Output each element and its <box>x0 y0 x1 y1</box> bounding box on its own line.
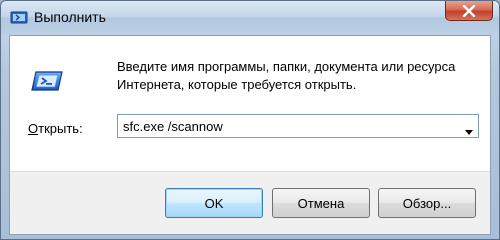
dialog-description: Введите имя программы, папки, документа … <box>117 59 456 92</box>
dialog-body: Введите имя программы, папки, документа … <box>9 35 491 235</box>
title-bar[interactable]: Выполнить <box>1 1 499 35</box>
open-label: Открыть: <box>28 121 83 136</box>
chevron-down-icon[interactable] <box>464 123 474 135</box>
cancel-button[interactable]: Отмена <box>272 188 370 218</box>
ok-button[interactable]: OK <box>165 188 263 218</box>
open-label-accelerator: О <box>28 121 39 136</box>
button-bar: OK Отмена Обзор... <box>10 171 490 234</box>
close-button[interactable] <box>445 1 493 21</box>
browse-button[interactable]: Обзор... <box>378 188 476 218</box>
run-icon <box>10 11 28 25</box>
window-title: Выполнить <box>34 9 106 25</box>
close-icon <box>462 4 476 17</box>
open-label-text: ткрыть: <box>38 121 83 136</box>
run-dialog-window: Выполнить Введите имя программы, папки, … <box>0 0 500 240</box>
run-program-icon <box>30 62 66 98</box>
open-combobox[interactable]: sfc.exe /scannow <box>117 114 479 138</box>
open-input[interactable]: sfc.exe /scannow <box>123 119 223 134</box>
